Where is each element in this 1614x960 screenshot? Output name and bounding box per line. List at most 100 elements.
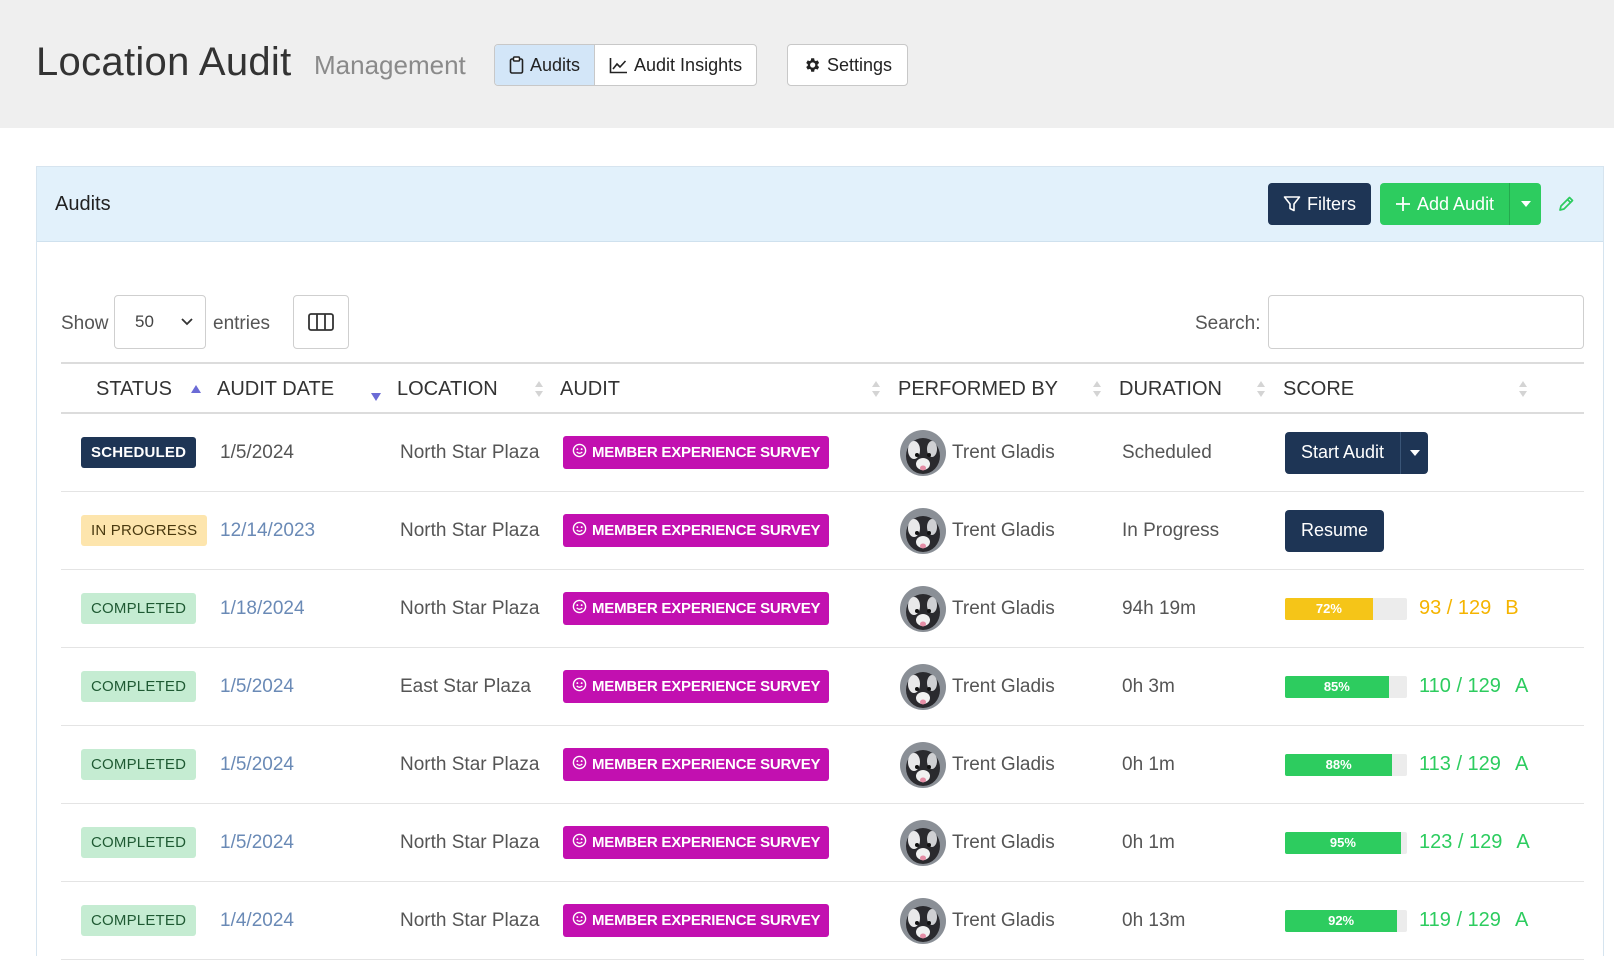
audit-type-label: MEMBER EXPERIENCE SURVEY [592, 600, 821, 617]
audit-type-badge[interactable]: MEMBER EXPERIENCE SURVEY [563, 748, 830, 781]
audit-type-badge[interactable]: MEMBER EXPERIENCE SURVEY [563, 670, 830, 703]
avatar [900, 585, 946, 632]
line-chart-icon [609, 57, 628, 74]
caret-down-icon[interactable] [1400, 431, 1428, 474]
audit-date-cell[interactable]: 1/18/2024 [220, 570, 305, 647]
plus-icon [1395, 196, 1411, 212]
start-audit-button[interactable]: Start Audit [1285, 431, 1429, 474]
resume-button[interactable]: Resume [1285, 509, 1385, 552]
performer-name: Trent Gladis [952, 519, 1055, 541]
sort-both-icon[interactable] [871, 380, 881, 403]
column-header-duration[interactable]: DURATION [1119, 378, 1222, 401]
avatar [900, 429, 946, 476]
score-progress-bar: 88% [1285, 753, 1407, 776]
column-header-audit[interactable]: AUDIT [560, 378, 620, 401]
column-header-performed-by[interactable]: PERFORMED BY [898, 378, 1058, 401]
search-input[interactable] [1268, 295, 1584, 349]
status-cell: COMPLETED [81, 648, 197, 725]
duration-value: 0h 1m [1122, 831, 1175, 853]
score-value: 123 / 129 [1419, 831, 1503, 853]
tab-audit-insights[interactable]: Audit Insights [595, 45, 756, 85]
audit-date: 1/5/2024 [220, 441, 294, 463]
sort-both-icon[interactable] [1518, 380, 1528, 403]
column-header-audit-date[interactable]: AUDIT DATE [217, 378, 334, 401]
page-size-value: 50 [135, 312, 154, 331]
add-audit-button[interactable]: Add Audit [1380, 183, 1510, 225]
audit-type-badge[interactable]: MEMBER EXPERIENCE SURVEY [563, 436, 830, 469]
audit-date-cell[interactable]: 1/5/2024 [220, 726, 294, 803]
audit-type-label: MEMBER EXPERIENCE SURVEY [592, 912, 821, 929]
status-badge: COMPLETED [81, 593, 197, 624]
audit-type-badge[interactable]: MEMBER EXPERIENCE SURVEY [563, 514, 830, 547]
filters-label: Filters [1307, 193, 1356, 214]
score-cell: 88% 113 / 129 A [1285, 726, 1528, 803]
score-progress-fill: 95% [1285, 831, 1401, 854]
performer-cell: Trent Gladis [900, 726, 1055, 803]
sort-both-icon[interactable] [534, 380, 544, 403]
sort-both-icon[interactable] [1092, 380, 1102, 403]
audit-date[interactable]: 1/5/2024 [220, 754, 294, 776]
audit-type-label: MEMBER EXPERIENCE SURVEY [592, 522, 821, 539]
smiley-icon [572, 833, 587, 852]
show-label: Show [61, 313, 109, 334]
table-row[interactable]: SCHEDULED 1/5/2024 North Star Plaza MEMB… [61, 414, 1584, 492]
column-header-status[interactable]: STATUS [96, 378, 172, 401]
audit-date-cell[interactable]: 1/4/2024 [220, 882, 294, 959]
tab-audits[interactable]: Audits [495, 45, 596, 85]
location-name: North Star Plaza [400, 597, 540, 619]
audit-type-badge[interactable]: MEMBER EXPERIENCE SURVEY [563, 826, 830, 859]
filters-button[interactable]: Filters [1268, 183, 1371, 225]
page-size-select[interactable]: 50 [114, 295, 206, 349]
performer-name: Trent Gladis [952, 675, 1055, 697]
audit-date[interactable]: 1/5/2024 [220, 676, 294, 698]
audit-date[interactable]: 1/5/2024 [220, 832, 294, 854]
settings-button[interactable]: Settings [787, 44, 909, 86]
location-name: North Star Plaza [400, 909, 540, 931]
audit-cell: MEMBER EXPERIENCE SURVEY [563, 804, 830, 881]
table-row[interactable]: COMPLETED 1/5/2024 North Star Plaza MEMB… [61, 726, 1584, 804]
pencil-icon[interactable] [1557, 195, 1575, 218]
audit-date[interactable]: 1/4/2024 [220, 910, 294, 932]
add-audit-dropdown-button[interactable] [1509, 183, 1542, 225]
table-row[interactable]: IN PROGRESS 12/14/2023 North Star Plaza … [61, 492, 1584, 570]
score-cell: 95% 123 / 129 A [1285, 804, 1530, 881]
sort-both-icon[interactable] [1256, 380, 1266, 403]
audit-cell: MEMBER EXPERIENCE SURVEY [563, 570, 830, 647]
table-row[interactable]: COMPLETED 1/5/2024 East Star Plaza MEMBE… [61, 648, 1584, 726]
column-header-location[interactable]: LOCATION [397, 378, 498, 401]
page-title: Location Audit [36, 40, 292, 84]
status-badge: COMPLETED [81, 827, 197, 858]
score-cell: Resume [1285, 492, 1385, 569]
duration-value: Scheduled [1122, 441, 1212, 463]
sort-asc-icon[interactable] [191, 380, 201, 398]
audit-cell: MEMBER EXPERIENCE SURVEY [563, 882, 830, 959]
location-name: North Star Plaza [400, 441, 540, 463]
audit-type-badge[interactable]: MEMBER EXPERIENCE SURVEY [563, 592, 830, 625]
status-cell: COMPLETED [81, 882, 197, 959]
score-progress-fill: 88% [1285, 753, 1393, 776]
table-row[interactable]: COMPLETED 1/4/2024 North Star Plaza MEMB… [61, 882, 1584, 960]
sort-desc-icon[interactable] [371, 388, 381, 406]
audit-date-cell[interactable]: 1/5/2024 [220, 648, 294, 725]
status-badge: COMPLETED [81, 749, 197, 780]
column-header-score[interactable]: SCORE [1283, 378, 1354, 401]
column-visibility-button[interactable] [293, 295, 349, 349]
smiley-icon [572, 911, 587, 930]
audit-type-badge[interactable]: MEMBER EXPERIENCE SURVEY [563, 904, 830, 937]
audit-date-cell[interactable]: 12/14/2023 [220, 492, 315, 569]
audits-panel: Audits Filters Add Audit Show 50 entries… [36, 166, 1604, 960]
chevron-down-icon [181, 318, 193, 326]
location-cell: North Star Plaza [400, 570, 539, 647]
smiley-icon [572, 521, 587, 540]
audit-date-cell[interactable]: 1/5/2024 [220, 804, 294, 881]
action-label: Resume [1301, 520, 1369, 540]
status-cell: SCHEDULED [81, 414, 197, 491]
audit-date[interactable]: 1/18/2024 [220, 598, 305, 620]
gear-icon [803, 56, 821, 74]
table-row[interactable]: COMPLETED 1/5/2024 North Star Plaza MEMB… [61, 804, 1584, 882]
score-progress-bar: 85% [1285, 675, 1407, 698]
table-row[interactable]: COMPLETED 1/18/2024 North Star Plaza MEM… [61, 570, 1584, 648]
audit-date[interactable]: 12/14/2023 [220, 520, 315, 542]
avatar [900, 663, 946, 710]
performer-cell: Trent Gladis [900, 492, 1055, 569]
